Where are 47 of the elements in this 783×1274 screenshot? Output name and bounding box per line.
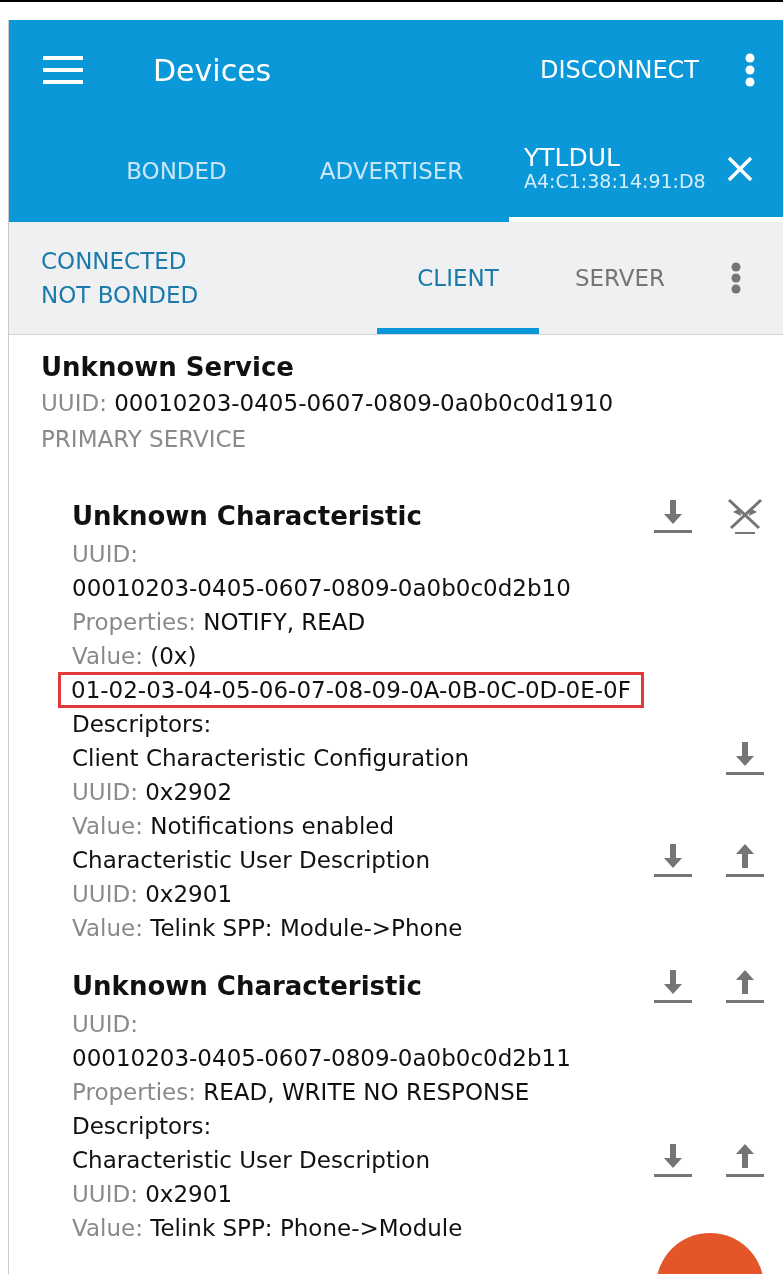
characteristic-detail: UUID: 0x2902: [72, 779, 232, 805]
characteristic-detail: Value: Telink SPP: Module->Phone: [72, 915, 463, 941]
service-uuid: UUID: 00010203-0405-0607-0809-0a0b0c0d1910: [41, 389, 614, 418]
characteristic-detail: Characteristic User Description: [72, 847, 431, 873]
characteristic-detail: 00010203-0405-0607-0809-0a0b0c0d2b11: [72, 1045, 571, 1071]
characteristic-detail: Descriptors:: [72, 1113, 212, 1139]
download-icon[interactable]: [653, 842, 693, 878]
upload-icon[interactable]: [725, 1142, 765, 1178]
characteristic-detail: Descriptors:: [72, 711, 212, 737]
crossed-arrows-icon[interactable]: [725, 498, 765, 534]
upload-icon[interactable]: [725, 842, 765, 878]
characteristic-name: Unknown Characteristic: [72, 501, 423, 531]
characteristic-detail: UUID: 0x2901: [72, 881, 232, 907]
characteristic-detail: 00010203-0405-0607-0809-0a0b0c0d2b10: [72, 575, 571, 601]
characteristic-detail: Characteristic User Description: [72, 1147, 431, 1173]
tab[interactable]: ADVERTISER: [274, 120, 509, 222]
menu-icon[interactable]: [43, 56, 83, 84]
download-icon[interactable]: [653, 1142, 693, 1178]
characteristic-detail: Value: Telink SPP: Phone->Module: [72, 1215, 463, 1241]
service-type: PRIMARY SERVICE: [41, 425, 247, 454]
download-icon[interactable]: [653, 968, 693, 1004]
characteristic-detail: Value: (0x): [72, 643, 197, 669]
characteristic-name: Unknown Characteristic: [72, 971, 423, 1001]
device-address: A4:C1:38:14:91:D8: [524, 171, 706, 192]
characteristic-detail: UUID: 0x2901: [72, 1181, 232, 1207]
service-name: Unknown Service: [41, 351, 294, 384]
download-icon[interactable]: [725, 740, 765, 776]
connection-status: CONNECTED: [41, 247, 188, 276]
bond-status: NOT BONDED: [41, 281, 200, 310]
disconnect-button[interactable]: DISCONNECT: [540, 56, 699, 84]
tab[interactable]: BONDED: [79, 120, 274, 222]
upload-icon[interactable]: [725, 968, 765, 1004]
characteristic-detail: UUID:: [72, 1011, 138, 1037]
characteristic-detail: Properties: READ, WRITE NO RESPONSE: [72, 1079, 530, 1105]
more-options-icon[interactable]: [731, 262, 741, 294]
device-name: YTLDUL: [524, 145, 621, 172]
highlighted-value: 01-02-03-04-05-06-07-08-09-0A-0B-0C-0D-0E-0F: [58, 672, 644, 708]
app-title: Devices: [153, 52, 273, 88]
characteristic-detail: Value: Notifications enabled: [72, 813, 395, 839]
sub-tab[interactable]: CLIENT: [377, 222, 539, 334]
sub-tab[interactable]: SERVER: [539, 222, 701, 334]
close-icon[interactable]: [725, 154, 754, 183]
characteristic-detail: UUID:: [72, 541, 138, 567]
characteristic-detail: Client Characteristic Configuration: [72, 745, 470, 771]
characteristic-detail: Properties: NOTIFY, READ: [72, 609, 366, 635]
more-options-icon[interactable]: [745, 53, 755, 87]
download-icon[interactable]: [653, 498, 693, 534]
